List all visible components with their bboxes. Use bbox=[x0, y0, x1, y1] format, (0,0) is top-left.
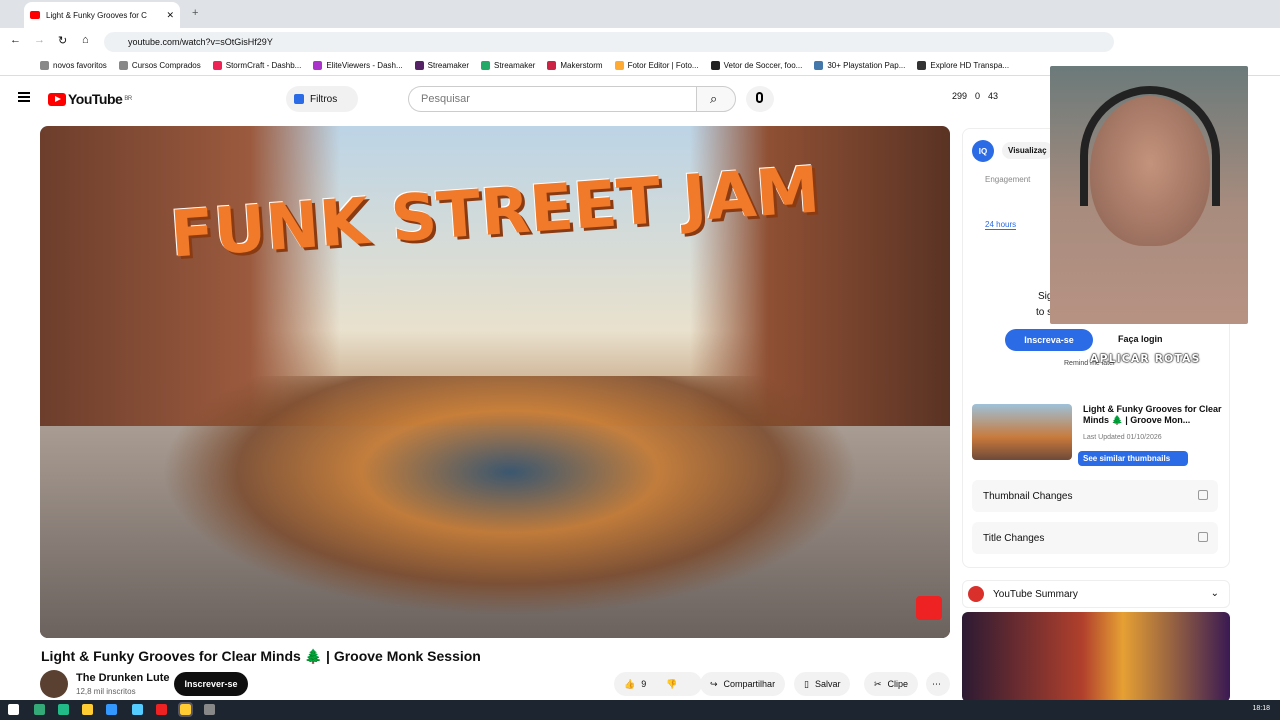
see-similar-button[interactable]: See similar thumbnails bbox=[1078, 451, 1188, 466]
reload-icon[interactable]: ↻ bbox=[58, 34, 67, 47]
login-button[interactable]: Faça login bbox=[1118, 334, 1163, 344]
new-tab-icon[interactable]: + bbox=[192, 7, 198, 19]
youtube-logo[interactable]: YouTube BR bbox=[48, 91, 132, 107]
video-title: Light & Funky Grooves for Clear Minds 🌲 … bbox=[41, 648, 481, 664]
back-icon[interactable]: ← bbox=[10, 34, 21, 46]
bookmark-item[interactable]: EliteViewers - Dash... bbox=[313, 61, 403, 70]
menu-icon[interactable] bbox=[18, 92, 30, 102]
app-icon[interactable] bbox=[204, 704, 215, 715]
folder-icon bbox=[118, 61, 128, 70]
lock-icon bbox=[1198, 532, 1208, 542]
webcam-overlay bbox=[1050, 66, 1248, 324]
bookmark-icon bbox=[481, 61, 490, 70]
related-title[interactable]: Light & Funky Grooves for Clear Minds 🌲 … bbox=[1083, 404, 1223, 426]
bookmark-icon bbox=[814, 61, 824, 70]
home-icon[interactable]: ⌂ bbox=[82, 34, 89, 46]
bookmark-item[interactable]: Explore HD Transpa... bbox=[917, 61, 1009, 70]
youtube-favicon-icon bbox=[30, 11, 40, 19]
store-icon[interactable] bbox=[106, 704, 117, 715]
folder-icon bbox=[40, 61, 49, 70]
clip-button[interactable]: ✂ Clipe bbox=[864, 672, 919, 696]
app-icon[interactable] bbox=[34, 704, 45, 715]
stats-widget: 299 0 43 bbox=[952, 91, 998, 101]
bookmark-item[interactable]: Vetor de Soccer, foo... bbox=[710, 61, 802, 70]
bookmark-icon bbox=[212, 61, 222, 70]
thumbnail-changes-row[interactable]: Thumbnail Changes bbox=[972, 480, 1218, 512]
bookmark-item[interactable]: StormCraft - Dashb... bbox=[212, 61, 301, 70]
share-icon: ↪ bbox=[710, 678, 718, 689]
bookmark-icon: ▯ bbox=[804, 678, 809, 689]
video-player[interactable]: FUNK STREET JAM bbox=[40, 126, 950, 638]
zero-stat: 0 bbox=[975, 91, 981, 101]
bookmark-item[interactable]: novos favoritos bbox=[40, 61, 107, 70]
share-button[interactable]: ↪ Compartilhar bbox=[700, 672, 786, 696]
bookmark-icon bbox=[917, 61, 927, 70]
channel-name[interactable]: The Drunken Lute bbox=[76, 672, 170, 684]
related-updated: Last Updated 01/10/2026 bbox=[1083, 434, 1162, 441]
youtube-summary-bar[interactable]: YouTube Summary ⌄ bbox=[962, 580, 1230, 608]
views-stat: 299 bbox=[952, 91, 968, 101]
signup-button[interactable]: Inscreva-se bbox=[1005, 329, 1093, 351]
tab-24-hours[interactable]: 24 hours bbox=[985, 220, 1017, 230]
app-icon[interactable] bbox=[132, 704, 143, 715]
bookmark-icon bbox=[313, 61, 323, 70]
bookmark-item[interactable]: Fotor Editor | Foto... bbox=[614, 61, 699, 70]
active-tab[interactable]: Light & Funky Grooves for C ✕ bbox=[24, 2, 180, 28]
clock: 18:18 bbox=[1252, 705, 1270, 712]
chrome-icon[interactable] bbox=[178, 702, 193, 717]
opera-icon[interactable] bbox=[156, 704, 167, 715]
browser-tab-strip: Light & Funky Grooves for C ✕ + bbox=[0, 0, 1280, 28]
subscribe-button[interactable]: Inscrever-se bbox=[174, 672, 248, 696]
voice-search-button[interactable] bbox=[746, 86, 774, 112]
bookmark-item[interactable]: Streamaker bbox=[414, 61, 469, 70]
tab-title: Light & Funky Grooves for C bbox=[46, 10, 147, 20]
scissors-icon: ✂ bbox=[874, 678, 882, 689]
overlay-text: APLICAR ROTAS bbox=[1090, 352, 1201, 365]
engagement-label: Engagement bbox=[985, 175, 1031, 184]
count-stat: 43 bbox=[988, 91, 999, 101]
address-bar[interactable]: youtube.com/watch?v=sOtGisHf29Y bbox=[104, 32, 1114, 52]
youtube-play-icon bbox=[48, 92, 66, 106]
title-changes-row[interactable]: Title Changes bbox=[972, 522, 1218, 554]
search-icon: ⌕ bbox=[710, 91, 718, 106]
thumbs-up-icon: 👍 bbox=[624, 678, 636, 689]
bookmark-item[interactable]: Streamaker bbox=[481, 61, 535, 70]
iq-logo[interactable]: IQ bbox=[972, 140, 994, 162]
edge-icon[interactable] bbox=[58, 704, 69, 715]
bookmark-icon bbox=[614, 61, 624, 70]
chevron-down-icon[interactable]: ⌄ bbox=[1211, 588, 1219, 599]
bookmark-item[interactable]: 30+ Playstation Pap... bbox=[814, 61, 905, 70]
thumbs-down-icon[interactable]: 👎 bbox=[666, 679, 677, 690]
taskbar bbox=[0, 700, 1280, 720]
bookmark-icon bbox=[414, 61, 424, 70]
forward-icon[interactable]: → bbox=[34, 34, 45, 46]
microphone-icon bbox=[756, 92, 763, 103]
related-thumbnail[interactable] bbox=[972, 404, 1072, 460]
search-button[interactable]: ⌕ bbox=[696, 86, 736, 112]
close-tab-icon[interactable]: ✕ bbox=[166, 10, 174, 21]
search-input[interactable]: Pesquisar bbox=[408, 86, 696, 112]
lock-icon bbox=[1198, 490, 1208, 500]
filters-button[interactable]: Filtros bbox=[286, 86, 358, 112]
bookmark-item[interactable]: Makerstorm bbox=[547, 61, 603, 70]
bookmark-icon bbox=[710, 61, 720, 70]
like-button[interactable]: 👍 9 👎 bbox=[614, 672, 702, 696]
subscribe-watermark-icon[interactable] bbox=[916, 596, 942, 620]
recommended-video-thumbnail[interactable] bbox=[962, 612, 1230, 702]
channel-avatar[interactable] bbox=[40, 670, 68, 698]
subscriber-count: 12,8 mil inscritos bbox=[76, 687, 136, 696]
bookmark-icon bbox=[547, 61, 557, 70]
tab-visualizacoes[interactable]: Visualizaç bbox=[1002, 142, 1053, 159]
bookmark-item[interactable]: Cursos Comprados bbox=[118, 61, 201, 70]
more-button[interactable]: ⋯ bbox=[926, 672, 950, 696]
folder-icon[interactable] bbox=[82, 704, 93, 715]
start-icon[interactable] bbox=[8, 704, 19, 715]
iq-icon bbox=[294, 94, 304, 104]
save-button[interactable]: ▯ Salvar bbox=[794, 672, 851, 696]
